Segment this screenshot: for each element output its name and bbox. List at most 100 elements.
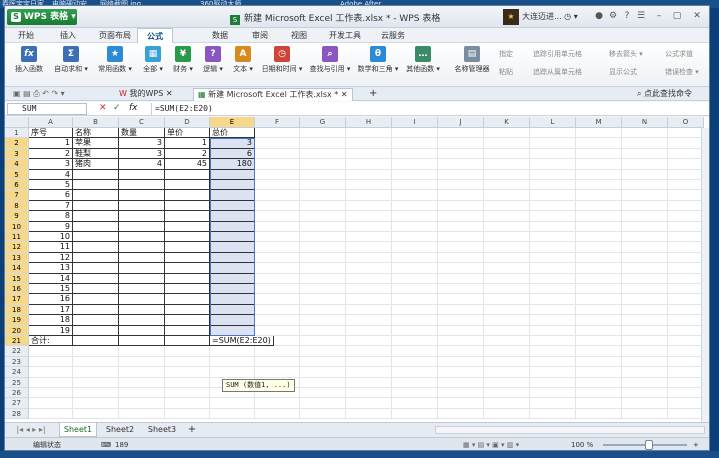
cell-m27[interactable] (576, 398, 622, 409)
cell-o22[interactable] (668, 346, 704, 357)
cell-b12[interactable] (73, 242, 119, 253)
cell-m19[interactable] (576, 315, 622, 326)
cell-b10[interactable] (73, 221, 119, 232)
cell-c8[interactable] (119, 200, 165, 212)
cell-l14[interactable] (530, 263, 576, 274)
cell-f20[interactable] (255, 325, 300, 336)
formula-input[interactable]: =SUM(E2:E20) (151, 103, 707, 115)
cell-j9[interactable] (438, 211, 484, 222)
cell-i18[interactable] (392, 304, 438, 316)
cell-h15[interactable] (346, 273, 392, 284)
cell-g10[interactable] (300, 221, 346, 232)
cell-c20[interactable] (119, 325, 165, 336)
cell-o3[interactable] (668, 148, 704, 160)
cell-b25[interactable] (73, 377, 119, 388)
row-header-10[interactable]: 10 (5, 221, 29, 232)
cell-b8[interactable] (73, 200, 119, 212)
cell-c16[interactable] (119, 284, 165, 295)
vertical-scrollbar[interactable] (701, 128, 709, 422)
cell-a7[interactable]: 6 (29, 190, 73, 201)
cell-e16[interactable] (210, 284, 255, 295)
cell-c24[interactable] (119, 367, 165, 378)
cell-f9[interactable] (255, 211, 300, 222)
cell-i1[interactable] (392, 128, 438, 139)
cell-m21[interactable] (576, 336, 622, 347)
cell-d22[interactable] (165, 346, 210, 357)
cell-d4[interactable]: 45 (165, 159, 210, 170)
cell-b26[interactable] (73, 388, 119, 399)
cell-e10[interactable] (210, 221, 255, 232)
cell-n14[interactable] (622, 263, 668, 274)
cell-m6[interactable] (576, 180, 622, 191)
row-header-1[interactable]: 1 (5, 128, 29, 139)
cell-i8[interactable] (392, 200, 438, 212)
cell-e7[interactable] (210, 190, 255, 201)
cell-l9[interactable] (530, 211, 576, 222)
cell-h21[interactable] (346, 336, 392, 347)
help-icon[interactable]: ? (621, 10, 633, 22)
cell-d23[interactable] (165, 356, 210, 368)
cell-a11[interactable]: 10 (29, 232, 73, 243)
column-header-f[interactable]: F (255, 117, 300, 128)
cell-a13[interactable]: 12 (29, 252, 73, 264)
cell-a2[interactable]: 1 (29, 138, 73, 149)
cell-k16[interactable] (484, 284, 530, 295)
cell-g28[interactable] (300, 408, 346, 420)
row-header-22[interactable]: 22 (5, 346, 29, 357)
cell-o28[interactable] (668, 408, 704, 420)
cell-i24[interactable] (392, 367, 438, 378)
cell-g5[interactable] (300, 169, 346, 180)
datetime-button[interactable]: ◷ 日期和时间 ▾ (259, 46, 305, 74)
cell-i15[interactable] (392, 273, 438, 284)
cell-k4[interactable] (484, 159, 530, 170)
paste-name-button[interactable]: 粘贴 (499, 67, 513, 77)
cell-m13[interactable] (576, 252, 622, 264)
cell-c17[interactable] (119, 294, 165, 305)
cell-b24[interactable] (73, 367, 119, 378)
cell-e13[interactable] (210, 252, 255, 264)
cell-o21[interactable] (668, 336, 704, 347)
cell-d15[interactable] (165, 273, 210, 284)
cell-b3[interactable]: 鞋梨 (73, 148, 119, 160)
cell-d17[interactable] (165, 294, 210, 305)
financial-button[interactable]: ¥ 财务 ▾ (169, 46, 197, 74)
cell-c13[interactable] (119, 252, 165, 264)
cell-i25[interactable] (392, 377, 438, 388)
cell-g13[interactable] (300, 252, 346, 264)
select-all-corner[interactable] (5, 117, 29, 128)
cell-h1[interactable] (346, 128, 392, 139)
cell-c27[interactable] (119, 398, 165, 409)
cell-m11[interactable] (576, 232, 622, 243)
column-header-l[interactable]: L (530, 117, 576, 128)
cell-a14[interactable]: 13 (29, 263, 73, 274)
cell-h22[interactable] (346, 346, 392, 357)
cell-a3[interactable]: 2 (29, 148, 73, 160)
cell-l17[interactable] (530, 294, 576, 305)
trace-dependents-button[interactable]: 追踪从属单元格 (533, 67, 582, 77)
cell-k7[interactable] (484, 190, 530, 201)
row-header-25[interactable]: 25 (5, 377, 29, 388)
cell-d3[interactable]: 2 (165, 148, 210, 160)
cell-i3[interactable] (392, 148, 438, 160)
cell-g6[interactable] (300, 180, 346, 191)
cell-g25[interactable] (300, 377, 346, 388)
column-header-b[interactable]: B (73, 117, 119, 128)
cell-f1[interactable] (255, 128, 300, 139)
cell-m16[interactable] (576, 284, 622, 295)
cell-n10[interactable] (622, 221, 668, 232)
cell-n15[interactable] (622, 273, 668, 284)
column-header-h[interactable]: H (346, 117, 392, 128)
cell-j14[interactable] (438, 263, 484, 274)
cell-k22[interactable] (484, 346, 530, 357)
cell-n5[interactable] (622, 169, 668, 180)
settings-icon[interactable]: ⚙ (607, 10, 619, 22)
cell-j13[interactable] (438, 252, 484, 264)
cell-f14[interactable] (255, 263, 300, 274)
cell-b4[interactable]: 猪肉 (73, 159, 119, 170)
cell-h27[interactable] (346, 398, 392, 409)
cell-e6[interactable] (210, 180, 255, 191)
column-header-j[interactable]: J (438, 117, 484, 128)
cell-f22[interactable] (255, 346, 300, 357)
cell-b27[interactable] (73, 398, 119, 409)
cell-n27[interactable] (622, 398, 668, 409)
